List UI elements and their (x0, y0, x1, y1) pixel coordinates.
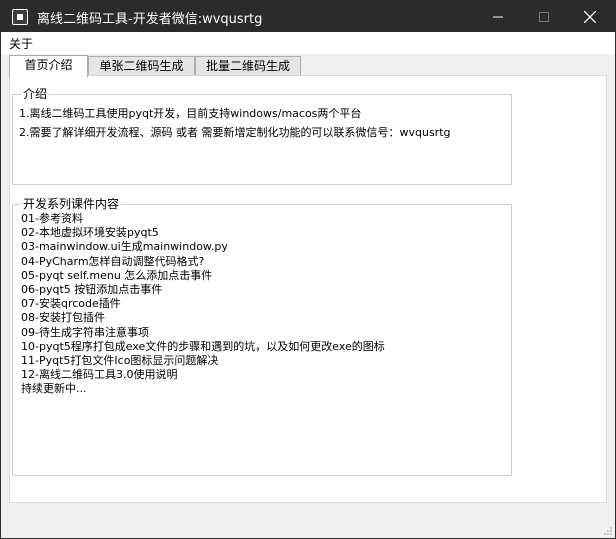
list-item: 06-pyqt5 按钮添加点击事件 (21, 282, 163, 296)
window-title: 离线二维码工具-开发者微信:wvqusrtg (37, 12, 263, 27)
list-item: 10-pyqt5程序打包成exe文件的步骤和遇到的坑，以及如何更改exe的图标 (21, 339, 385, 353)
intro-title: 介绍 (21, 86, 50, 102)
list-item: 12-离线二维码工具3.0使用说明 (21, 368, 178, 382)
resize-grip-icon[interactable] (602, 525, 612, 535)
list-item: 01-参考资料 (21, 212, 83, 225)
list-item: 11-Pyqt5打包文件Ico图标显示问题解决 (21, 353, 219, 367)
intro-line: 1.离线二维码工具使用pyqt开发，目前支持windows/macos两个平台 (19, 107, 362, 120)
menu-bar: 关于 (1, 32, 615, 54)
list-item: 03-mainwindow.ui生成mainwindow.py (21, 240, 228, 254)
maximize-button[interactable] (521, 1, 567, 32)
status-bar (1, 504, 615, 538)
tab-batch-qrcode[interactable]: 批量二维码生成 (195, 56, 301, 76)
course-list: 01-参考资料 02-本地虚拟环境安装pyqt5 03-mainwindow.u… (21, 212, 385, 396)
menu-about[interactable]: 关于 (9, 35, 33, 52)
title-bar[interactable]: 离线二维码工具-开发者微信:wvqusrtg (1, 1, 615, 32)
course-title: 开发系列课件内容 (21, 196, 122, 212)
tab-panel-home: 介绍 1.离线二维码工具使用pyqt开发，目前支持windows/macos两个… (9, 75, 607, 503)
list-item: 持续更新中... (21, 382, 87, 396)
app-icon (12, 9, 28, 25)
minimize-icon (493, 16, 503, 17)
minimize-button[interactable] (475, 1, 521, 32)
app-window: 离线二维码工具-开发者微信:wvqusrtg 关于 首页介绍 单张二维码生成 批… (0, 0, 616, 539)
list-item: 05-pyqt self.menu 怎么添加点击事件 (21, 268, 213, 282)
maximize-icon (539, 11, 549, 22)
close-button[interactable] (567, 1, 613, 32)
course-groupbox: 开发系列课件内容 01-参考资料 02-本地虚拟环境安装pyqt5 03-mai… (12, 196, 512, 476)
list-item: 02-本地虚拟环境安装pyqt5 (21, 226, 159, 240)
tab-home-intro[interactable]: 首页介绍 (9, 55, 88, 77)
list-item: 04-PyCharm怎样自动调整代码格式? (21, 254, 205, 268)
tab-single-qrcode[interactable]: 单张二维码生成 (88, 56, 195, 76)
list-item: 09-待生成字符串注意事项 (21, 325, 149, 339)
intro-line: 2.需要了解详细开发流程、源码 或者 需要新增定制化功能的可以联系微信号：wvq… (19, 126, 451, 139)
list-item: 08-安装打包插件 (21, 311, 105, 325)
intro-groupbox: 介绍 1.离线二维码工具使用pyqt开发，目前支持windows/macos两个… (12, 86, 512, 185)
list-item: 07-安装qrcode插件 (21, 297, 121, 311)
close-icon (584, 10, 596, 23)
